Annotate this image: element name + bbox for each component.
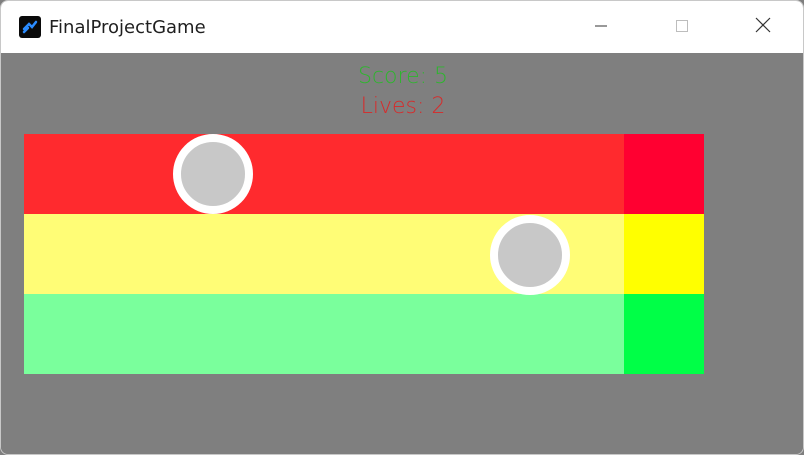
maximize-button[interactable] <box>642 1 722 53</box>
lane-green[interactable] <box>24 294 624 374</box>
score-label: Score: 5 <box>357 64 449 89</box>
lane-green-end-zone[interactable] <box>624 294 704 374</box>
lane-red[interactable] <box>24 134 624 214</box>
title-bar[interactable]: FinalProjectGame <box>1 1 803 53</box>
game-window: FinalProjectGame Score: 5 Lives: 2 <box>0 0 804 455</box>
ball[interactable] <box>173 134 253 214</box>
lane-red-end-zone[interactable] <box>624 134 704 214</box>
game-canvas[interactable]: Score: 5 Lives: 2 <box>1 53 803 454</box>
maximize-icon <box>675 18 689 37</box>
minimize-button[interactable] <box>561 1 641 53</box>
close-button[interactable] <box>723 1 803 53</box>
window-title: FinalProjectGame <box>49 17 206 38</box>
close-icon <box>755 17 771 37</box>
lives-label: Lives: 2 <box>360 94 446 119</box>
lane-yellow-end-zone[interactable] <box>624 214 704 294</box>
game-app-icon <box>19 16 41 38</box>
ball[interactable] <box>490 215 570 295</box>
minimize-icon <box>594 18 608 37</box>
